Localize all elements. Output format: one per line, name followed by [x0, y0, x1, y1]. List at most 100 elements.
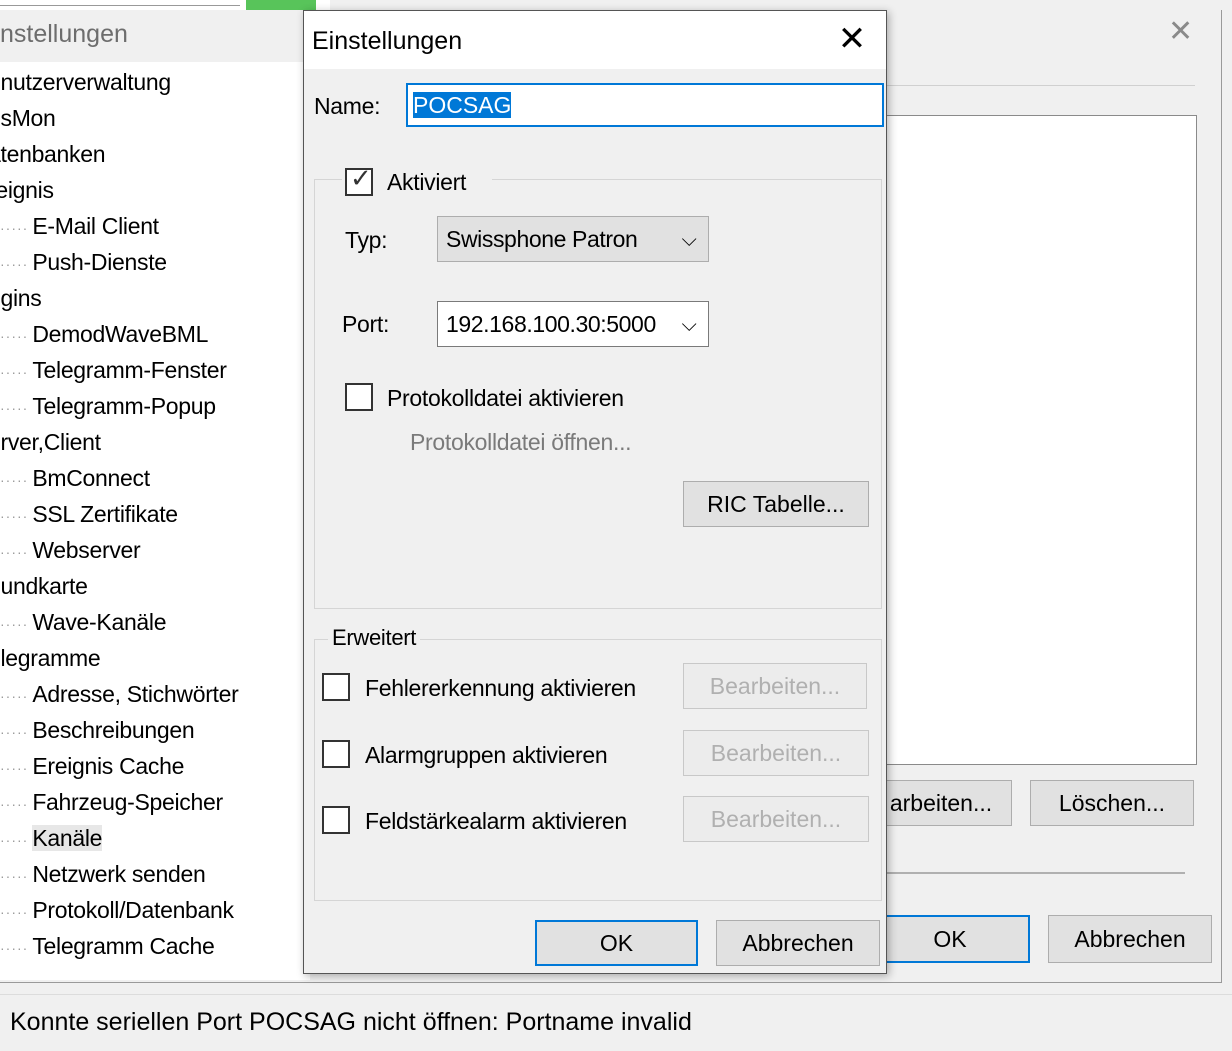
tree-connector: ····· — [0, 831, 29, 848]
dialog-title: Einstellungen — [312, 27, 463, 55]
tree-item[interactable]: ····· Beschreibungen — [0, 716, 195, 746]
tree-item-label: oundkarte — [0, 573, 88, 599]
alarm-groups-edit-button[interactable]: Bearbeiten... — [683, 730, 869, 776]
tree-item-label: Wave-Kanäle — [32, 609, 167, 635]
tree-item-label: E-Mail Client — [32, 213, 159, 239]
tree-item-label: Protokoll/Datenbank — [32, 897, 234, 923]
tree-item-label: DemodWaveBML — [32, 321, 209, 347]
tree-item[interactable]: ····· Wave-Kanäle — [0, 608, 167, 638]
back-ok-button[interactable]: OK — [870, 915, 1030, 963]
tree-connector: ····· — [0, 399, 29, 416]
check-icon: ✓ — [350, 164, 372, 194]
delete-button[interactable]: Löschen... — [1030, 780, 1194, 826]
chevron-down-icon: ⌵ — [676, 217, 702, 261]
error-detection-label: Fehlererkennung aktivieren — [365, 675, 636, 701]
tree-item[interactable]: ····· Telegramm-Popup — [0, 392, 216, 422]
tree-item[interactable]: oundkarte — [0, 572, 88, 600]
field-strength-edit-button[interactable]: Bearbeiten... — [683, 796, 869, 842]
tree-item[interactable]: ····· Adresse, Stichwörter — [0, 680, 239, 710]
ric-table-button[interactable]: RIC Tabelle... — [683, 481, 869, 527]
tree-item[interactable]: ····· E-Mail Client — [0, 212, 159, 242]
type-select[interactable]: Swissphone Patron ⌵ — [437, 216, 709, 262]
tree-item-label: atenbanken — [0, 141, 106, 167]
tree-connector: ····· — [0, 327, 29, 344]
logfile-label: Protokolldatei aktivieren — [387, 385, 624, 411]
tree-item-label: Telegramm-Popup — [32, 393, 216, 419]
tree-item-label: SSL Zertifikate — [32, 501, 178, 527]
tree-connector: ····· — [0, 723, 29, 740]
tree-item[interactable]: ····· Fahrzeug-Speicher — [0, 788, 223, 818]
port-select[interactable]: 192.168.100.30:5000 ⌵ — [437, 301, 709, 347]
tree-item-label: osMon — [0, 105, 56, 131]
port-label: Port: — [342, 311, 390, 337]
activated-label: Aktiviert — [387, 169, 467, 195]
alarm-groups-checkbox[interactable] — [322, 740, 350, 768]
tree-item-label: Telegramm-Fenster — [32, 357, 227, 383]
back-window-close-icon[interactable]: ✕ — [1168, 14, 1193, 49]
back-cancel-button[interactable]: Abbrechen — [1048, 915, 1212, 963]
tree-item[interactable]: ····· SSL Zertifikate — [0, 500, 178, 530]
tree-item[interactable]: elegramme — [0, 644, 101, 672]
tree-connector: ····· — [0, 939, 29, 956]
status-text: Konnte seriellen Port POCSAG nicht öffne… — [10, 1008, 692, 1036]
extended-legend: Erweitert — [328, 625, 421, 651]
tree-item-label: Webserver — [32, 537, 141, 563]
tree-item[interactable]: ····· Telegramm Cache — [0, 932, 215, 962]
field-strength-checkbox[interactable] — [322, 806, 350, 834]
cancel-button[interactable]: Abbrechen — [716, 920, 880, 966]
tree-item-label: Push-Dienste — [32, 249, 167, 275]
tree-item[interactable]: ····· Ereignis Cache — [0, 752, 184, 782]
settings-dialog: Einstellungen ✕ Name: POCSAG ✓ Aktiviert… — [303, 10, 887, 974]
tree-item[interactable]: reignis — [0, 176, 54, 204]
tree-item[interactable]: ····· Push-Dienste — [0, 248, 167, 278]
name-input[interactable]: POCSAG — [406, 83, 884, 127]
tree-connector: ····· — [0, 867, 29, 884]
logfile-checkbox[interactable] — [345, 383, 373, 411]
tree-item[interactable]: ····· Webserver — [0, 536, 141, 566]
tree-connector: ····· — [0, 363, 29, 380]
tree-item[interactable]: enutzerverwaltung — [0, 68, 171, 96]
logfile-open-link[interactable]: Protokolldatei öffnen... — [410, 429, 632, 456]
tree-item[interactable]: atenbanken — [0, 140, 106, 168]
tree-item-label: reignis — [0, 177, 54, 203]
divider — [885, 872, 1185, 874]
channel-list[interactable] — [885, 115, 1197, 765]
type-value: Swissphone Patron — [446, 226, 638, 252]
tree-connector: ····· — [0, 615, 29, 632]
tree-item-label: BmConnect — [32, 465, 150, 491]
edit-button[interactable]: arbeiten... — [870, 780, 1012, 826]
tree-item[interactable]: erver,Client — [0, 428, 101, 456]
tree-item[interactable]: ····· Telegramm-Fenster — [0, 356, 227, 386]
activated-checkbox[interactable]: ✓ — [345, 164, 373, 196]
tree-item[interactable]: ····· Protokoll/Datenbank — [0, 896, 234, 926]
tree-item-label: Beschreibungen — [32, 717, 195, 743]
name-value: POCSAG — [413, 92, 512, 118]
port-value: 192.168.100.30:5000 — [446, 311, 656, 337]
tree-item[interactable]: ····· Netzwerk senden — [0, 860, 206, 890]
error-detection-checkbox[interactable] — [322, 673, 350, 701]
tree-item-label: ugins — [0, 285, 42, 311]
tree-item-label: Ereignis Cache — [32, 753, 185, 779]
close-icon[interactable]: ✕ — [832, 19, 872, 59]
tree-item-label: Fahrzeug-Speicher — [32, 789, 223, 815]
strip-segment — [0, 0, 240, 6]
tree-item[interactable]: ····· DemodWaveBML — [0, 320, 208, 350]
field-strength-label: Feldstärkealarm aktivieren — [365, 808, 627, 834]
tree-connector: ····· — [0, 903, 29, 920]
tree-connector: ····· — [0, 507, 29, 524]
error-detection-edit-button[interactable]: Bearbeiten... — [683, 663, 867, 709]
tree-item-label: Kanäle — [32, 825, 103, 851]
tree-item-label: enutzerverwaltung — [0, 69, 171, 95]
tree-item[interactable]: ····· BmConnect — [0, 464, 150, 494]
tree-item-label: erver,Client — [0, 429, 101, 455]
tree-item[interactable]: ····· Kanäle — [0, 824, 102, 854]
tree-item-label: Netzwerk senden — [32, 861, 206, 887]
tree-item[interactable]: ugins — [0, 284, 42, 312]
alarm-groups-label: Alarmgruppen aktivieren — [365, 742, 608, 768]
tree-item-label: elegramme — [0, 645, 101, 671]
settings-tree[interactable]: enutzerverwaltung osMon atenbanken reignis ·… — [0, 62, 310, 980]
ok-button[interactable]: OK — [535, 920, 698, 966]
tree-connector: ····· — [0, 795, 29, 812]
tree-item[interactable]: osMon — [0, 104, 56, 132]
tree-item-label: Adresse, Stichwörter — [32, 681, 239, 707]
